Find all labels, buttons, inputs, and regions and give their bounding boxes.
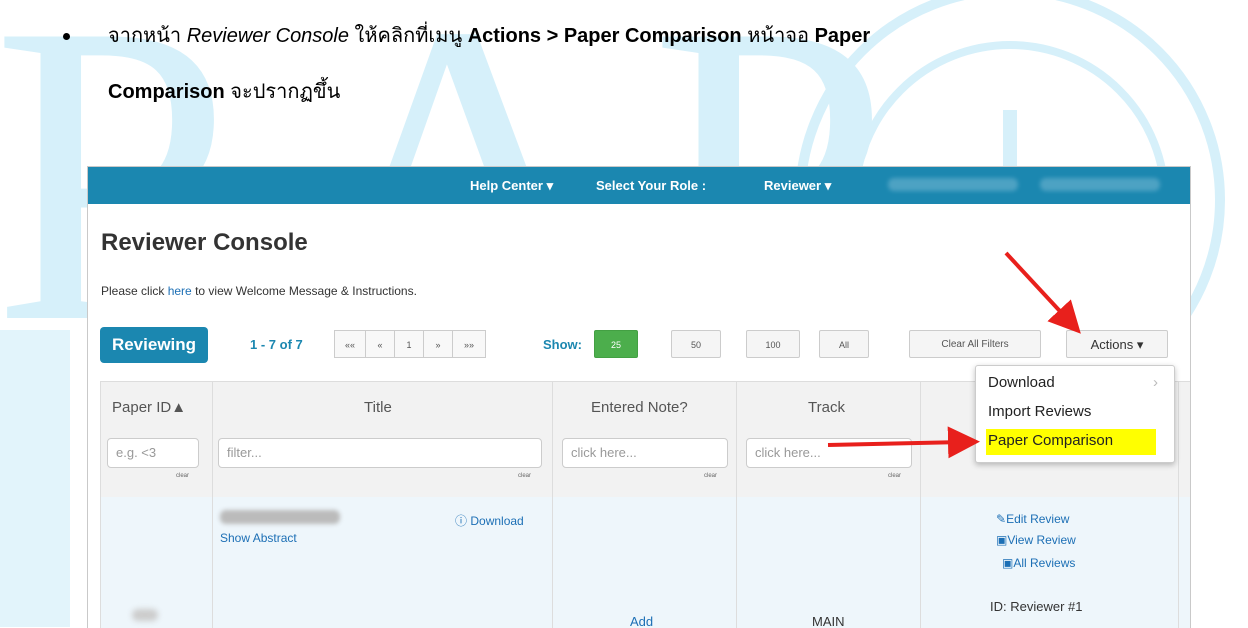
annotation-arrows <box>827 251 1081 459</box>
arrow-to-actions <box>1004 251 1081 334</box>
arrow-to-paper-comparison <box>827 426 980 459</box>
